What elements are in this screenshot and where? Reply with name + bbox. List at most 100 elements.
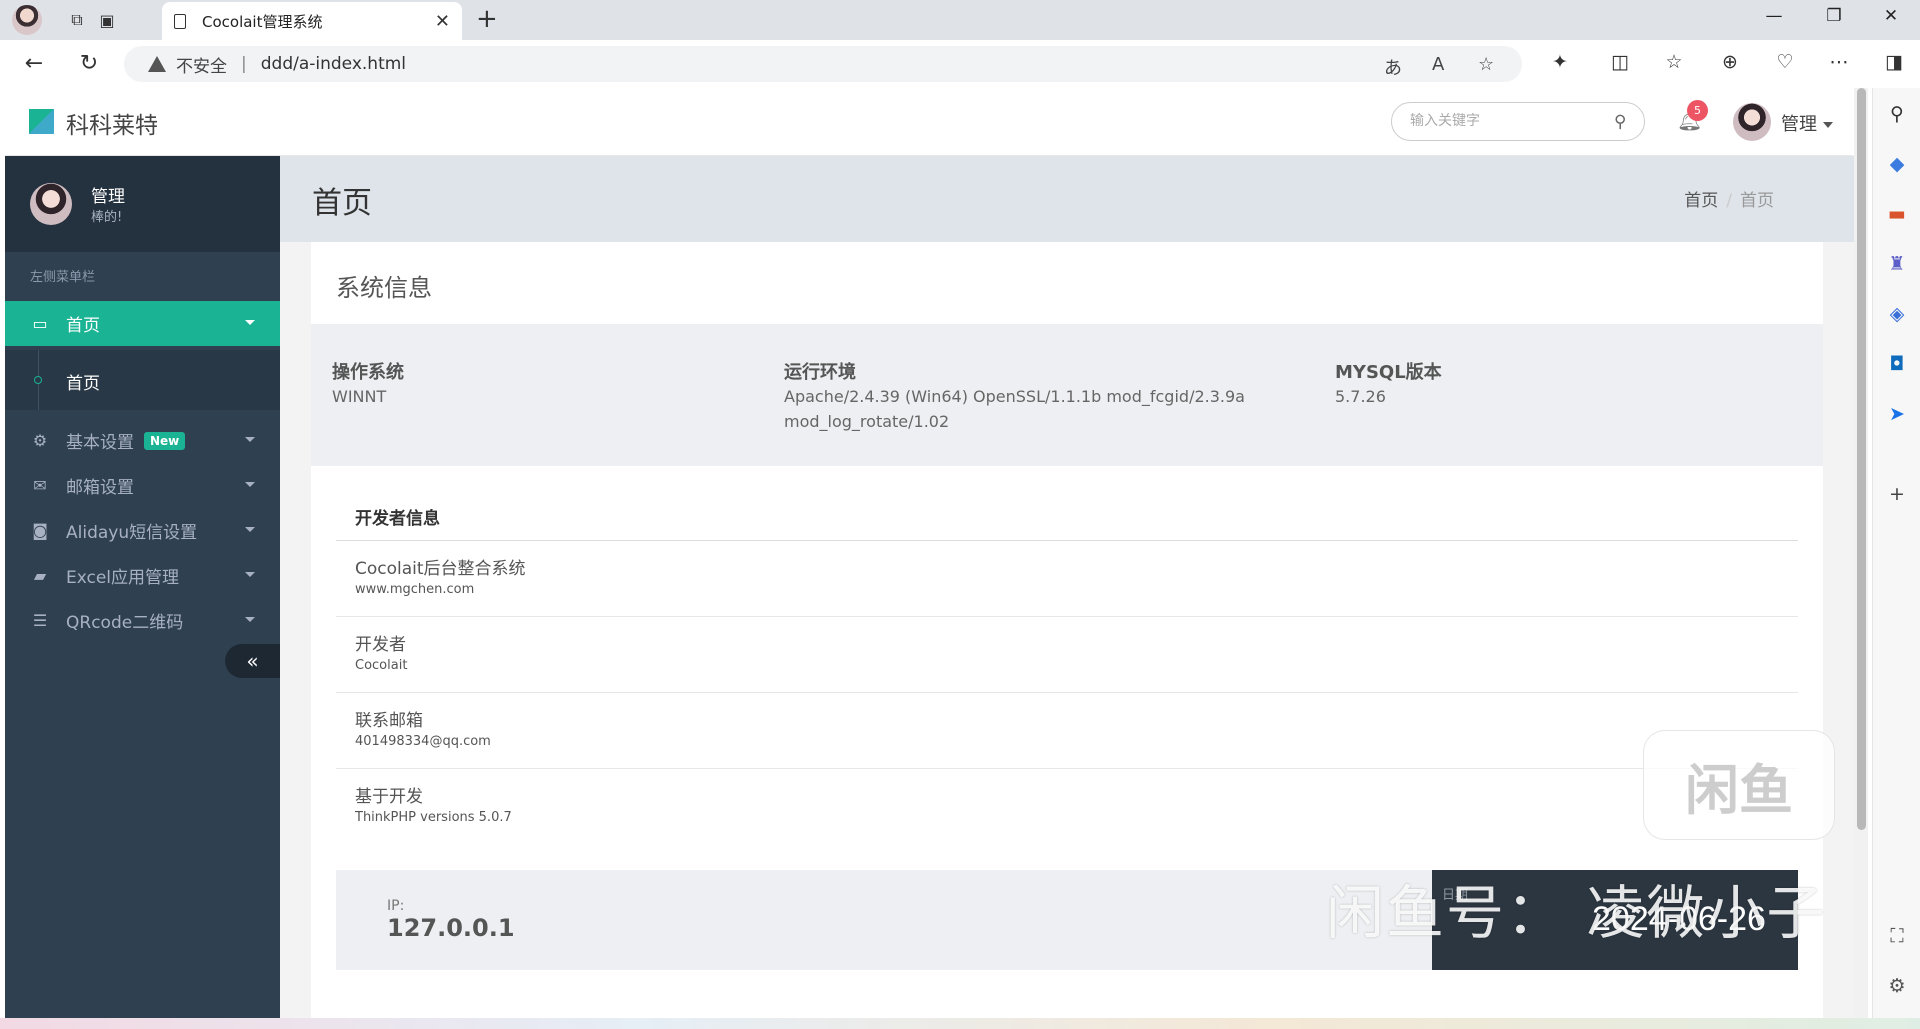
- divider: [336, 692, 1798, 693]
- tag-icon[interactable]: ◆: [1885, 152, 1909, 176]
- scrollbar-thumb[interactable]: [1857, 88, 1866, 830]
- avatar[interactable]: [30, 183, 72, 225]
- ip-label: IP:: [387, 898, 405, 914]
- card-title: 系统信息: [336, 274, 432, 302]
- collapse-sidebar-button[interactable]: «: [225, 644, 280, 678]
- divider: [336, 616, 1798, 617]
- user-name: 管理: [1781, 114, 1817, 135]
- tab-actions-icon[interactable]: ▣: [92, 6, 122, 34]
- browser-essentials-icon[interactable]: ♡: [1770, 51, 1800, 73]
- translate-icon[interactable]: あ: [1384, 54, 1402, 80]
- breadcrumb: 首页 / 首页: [1684, 186, 1774, 211]
- sidebar-toggle-icon[interactable]: ◨: [1879, 51, 1909, 73]
- caret-down-icon: [245, 437, 255, 442]
- games-icon[interactable]: ♜: [1885, 252, 1909, 276]
- os-value: WINNT: [332, 387, 387, 406]
- sidebar-item-label: Excel应用管理: [66, 568, 180, 588]
- copilot-icon[interactable]: ◈: [1885, 302, 1909, 326]
- extensions-icon[interactable]: ✦: [1545, 51, 1575, 73]
- search-icon[interactable]: ⚲: [1885, 102, 1909, 126]
- sidebar-item-excel[interactable]: ▰ Excel应用管理: [5, 553, 280, 598]
- close-window-button[interactable]: ✕: [1871, 6, 1911, 26]
- workspaces-icon[interactable]: ⧉: [62, 6, 92, 34]
- url-separator: |: [241, 54, 247, 74]
- url-text[interactable]: ddd/a-index.html: [261, 54, 406, 74]
- add-icon[interactable]: +: [1885, 482, 1909, 506]
- os-label: 操作系统: [332, 362, 404, 383]
- search-icon[interactable]: ⚲: [1614, 112, 1626, 132]
- env-value: Apache/2.4.39 (Win64) OpenSSL/1.1.1b mod…: [784, 387, 1245, 431]
- favorites-icon[interactable]: ☆: [1659, 51, 1689, 73]
- watermark-logo: 闲鱼: [1643, 730, 1835, 840]
- collections-icon[interactable]: ⊕: [1715, 51, 1745, 73]
- breadcrumb-home[interactable]: 首页: [1684, 191, 1718, 211]
- tab-close-icon[interactable]: ✕: [435, 11, 450, 32]
- submenu-item-home[interactable]: 首页: [66, 369, 100, 394]
- settings-gear-icon[interactable]: ⚙: [1885, 974, 1909, 998]
- caret-down-icon: [245, 572, 255, 577]
- profile-name[interactable]: 管理: [91, 182, 125, 207]
- reload-icon[interactable]: ↻: [74, 51, 104, 76]
- new-tab-button[interactable]: +: [476, 4, 498, 34]
- chevron-down-icon: [1823, 122, 1833, 128]
- rss-icon: ◙: [32, 521, 48, 540]
- logo-text[interactable]: 科科莱特: [66, 106, 158, 140]
- back-icon[interactable]: ←: [19, 51, 49, 76]
- url-bar[interactable]: 不安全 | ddd/a-index.html あ A ☆: [124, 46, 1522, 82]
- dev-row-title: 联系邮箱: [355, 711, 423, 731]
- folder-open-icon: ▰: [33, 566, 47, 585]
- split-screen-icon[interactable]: ◫: [1605, 51, 1635, 73]
- restore-button[interactable]: ❐: [1814, 6, 1854, 26]
- profile-subtitle: 棒的!: [91, 210, 123, 225]
- breadcrumb-separator: /: [1726, 191, 1732, 211]
- notification-badge: 5: [1687, 100, 1708, 121]
- security-label[interactable]: 不安全: [176, 52, 227, 77]
- page-icon: [174, 13, 186, 29]
- search-input[interactable]: [1410, 113, 1600, 129]
- page-scrollbar[interactable]: [1854, 88, 1868, 1018]
- developer-info-title: 开发者信息: [355, 509, 440, 529]
- sidebar-item-label: 邮箱设置: [66, 478, 134, 498]
- sidebar-item-qrcode[interactable]: ☰ QRcode二维码: [5, 598, 280, 643]
- dev-row-title: Cocolait后台整合系统: [355, 559, 526, 579]
- edge-side-panel: ⚲ ◆ ▬ ♜ ◈ ◘ ➤ + ⛶ ⚙: [1872, 88, 1920, 1029]
- sidebar-item-home[interactable]: ▭ 首页: [5, 301, 280, 346]
- header-avatar[interactable]: [1733, 103, 1771, 141]
- read-aloud-icon[interactable]: A: [1432, 54, 1444, 75]
- more-menu-icon[interactable]: ⋯: [1824, 51, 1854, 73]
- html5-icon: ☰: [32, 611, 48, 630]
- header-search: ⚲: [1391, 102, 1645, 141]
- envelope-icon: ✉: [33, 476, 47, 495]
- warning-icon: [148, 56, 166, 72]
- caret-down-icon: [245, 617, 255, 622]
- page-title: 首页: [312, 186, 372, 221]
- outlook-icon[interactable]: ◘: [1885, 352, 1909, 376]
- favorite-star-icon[interactable]: ☆: [1478, 54, 1494, 75]
- sidebar-item-label: QRcode二维码: [66, 613, 184, 633]
- gear-icon: ⚙: [32, 431, 48, 450]
- sidebar-item-sms-settings[interactable]: ◙ Alidayu短信设置: [5, 508, 280, 553]
- sidebar-item-basic-settings[interactable]: ⚙ 基本设置 New: [5, 418, 280, 463]
- sidebar-item-mail-settings[interactable]: ✉ 邮箱设置: [5, 463, 280, 508]
- dev-row-sub: Cocolait: [355, 658, 408, 673]
- toolbox-icon[interactable]: ▬: [1885, 202, 1909, 226]
- sidebar-item-label: 基本设置: [66, 433, 134, 453]
- minimize-button[interactable]: —: [1754, 6, 1794, 26]
- dev-row-sub: 401498334@qq.com: [355, 734, 491, 749]
- taskbar-strip: [0, 1018, 1920, 1029]
- ip-value: 127.0.0.1: [387, 914, 515, 942]
- browser-profile-avatar[interactable]: [12, 5, 42, 35]
- env-label: 运行环境: [784, 362, 856, 383]
- submenu-dot-icon: [34, 376, 42, 384]
- divider: [336, 768, 1798, 769]
- mysql-value: 5.7.26: [1335, 387, 1386, 406]
- new-badge: New: [144, 431, 186, 450]
- send-icon[interactable]: ➤: [1885, 402, 1909, 426]
- browser-tab-active[interactable]: Cocolait管理系统 ✕: [162, 2, 462, 40]
- page-heading: 首页 首页 / 首页: [280, 156, 1854, 242]
- dev-row-title: 开发者: [355, 635, 406, 655]
- user-menu[interactable]: 管理: [1781, 110, 1833, 136]
- caret-down-icon: [245, 482, 255, 487]
- screenshot-icon[interactable]: ⛶: [1885, 924, 1909, 948]
- submenu: 首页: [5, 350, 280, 410]
